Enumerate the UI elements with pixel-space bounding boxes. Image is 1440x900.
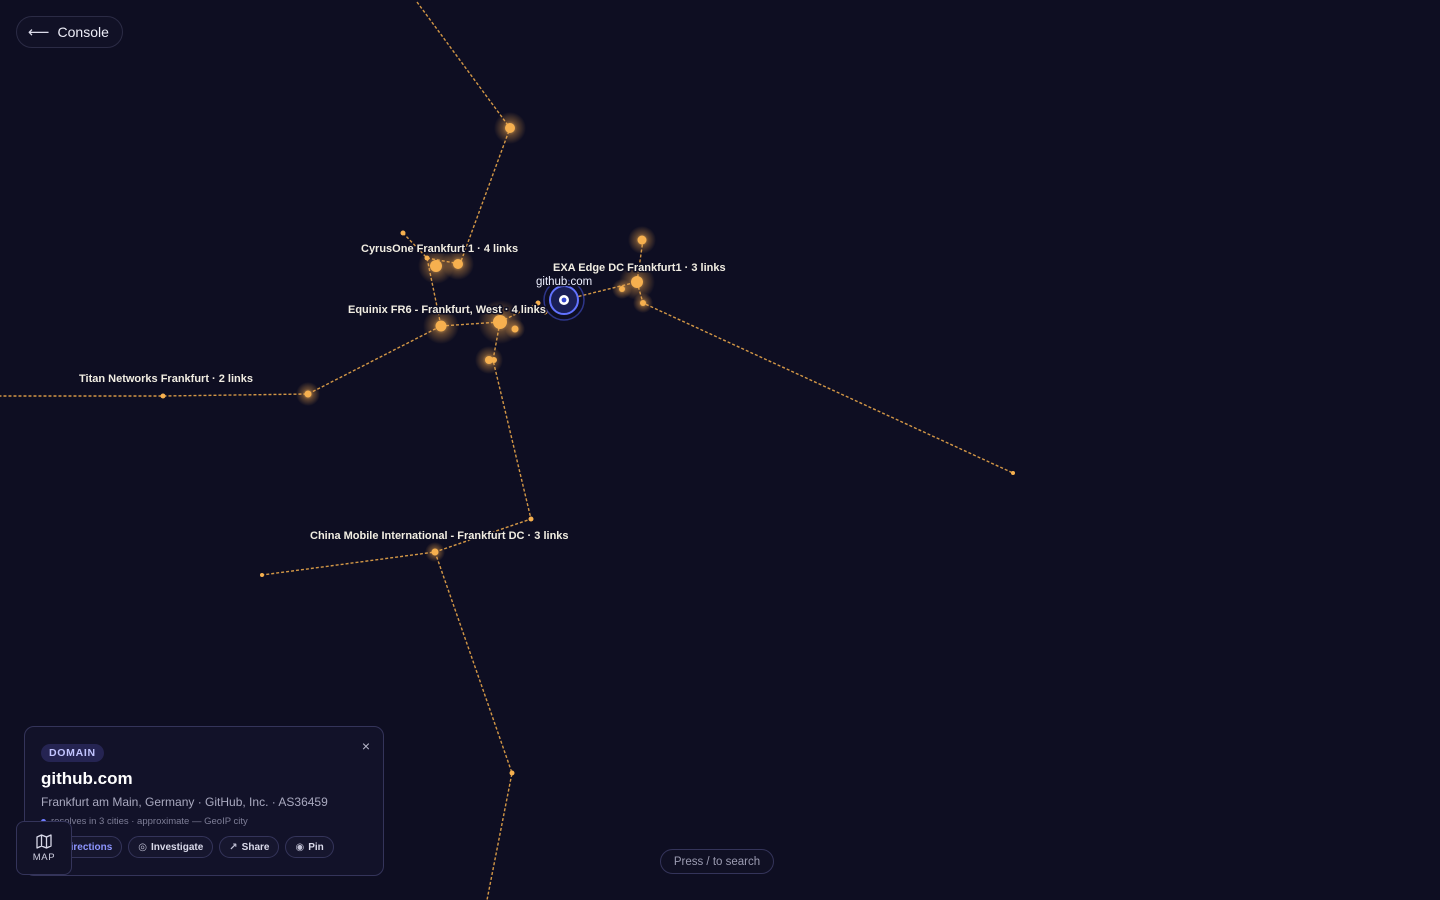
network-node[interactable] xyxy=(619,286,625,292)
facility-label-equinix[interactable]: Equinix FR6 - Frankfurt, West · 4 links xyxy=(347,303,548,318)
facility-label-titan[interactable]: Titan Networks Frankfurt · 2 links xyxy=(78,372,255,387)
type-badge: DOMAIN xyxy=(41,744,104,762)
network-node[interactable] xyxy=(435,320,447,332)
facility-label-cyrusone[interactable]: CyrusOne Frankfurt 1 · 4 links xyxy=(360,242,520,257)
search-hint[interactable]: Press / to search xyxy=(660,849,774,874)
fiber-link xyxy=(434,551,513,900)
investigate-icon: ◎ xyxy=(138,841,148,853)
resolution-note-text: resolves in 3 cities · approximate — Geo… xyxy=(51,816,248,827)
pin-button[interactable]: ◉ Pin xyxy=(285,836,334,858)
map-toggle-button[interactable]: MAP xyxy=(16,821,72,875)
investigate-label: Investigate xyxy=(151,841,204,853)
network-node[interactable] xyxy=(453,259,463,269)
network-node[interactable] xyxy=(505,123,515,133)
network-node[interactable] xyxy=(491,357,497,363)
card-subtitle: Frankfurt am Main, Germany · GitHub, Inc… xyxy=(41,795,328,809)
network-node[interactable] xyxy=(160,393,166,399)
card-actions: ➤ Directions ◎ Investigate ↗ Share ◉ Pin xyxy=(41,836,367,858)
network-node[interactable] xyxy=(528,516,534,522)
back-to-console-button[interactable]: ⟵ Console xyxy=(16,16,123,48)
network-node[interactable] xyxy=(509,770,515,776)
share-icon: ↗ xyxy=(229,841,238,853)
pin-icon: ◉ xyxy=(295,841,305,853)
network-node[interactable] xyxy=(631,276,643,288)
network-node[interactable] xyxy=(511,325,519,333)
network-node[interactable] xyxy=(637,235,647,245)
network-node[interactable] xyxy=(304,390,312,398)
network-node[interactable] xyxy=(400,230,406,236)
network-node[interactable] xyxy=(431,548,439,556)
network-node[interactable] xyxy=(424,255,430,261)
arrow-left-icon: ⟵ xyxy=(28,24,50,41)
network-node[interactable] xyxy=(640,300,646,306)
share-label: Share xyxy=(241,841,270,853)
facility-label-exa[interactable]: EXA Edge DC Frankfurt1 · 3 links xyxy=(552,261,728,276)
back-button-label: Console xyxy=(57,24,109,40)
facility-label-china-mobile[interactable]: China Mobile International - Frankfurt D… xyxy=(309,529,571,544)
fiber-link xyxy=(636,281,1014,474)
network-node[interactable] xyxy=(1011,471,1015,475)
map-icon xyxy=(36,833,52,849)
network-node[interactable] xyxy=(430,260,442,272)
investigate-button[interactable]: ◎ Investigate xyxy=(128,836,214,858)
pin-label: Pin xyxy=(308,841,324,853)
domain-info-card: DOMAIN × github.com Frankfurt am Main, G… xyxy=(24,726,384,876)
share-button[interactable]: ↗ Share xyxy=(219,836,280,858)
card-title: github.com xyxy=(41,769,133,788)
target-label: github.com xyxy=(536,276,592,288)
resolution-note: resolves in 3 cities · approximate — Geo… xyxy=(41,816,367,827)
close-icon[interactable]: × xyxy=(362,738,370,754)
network-node[interactable] xyxy=(260,573,264,577)
network-node[interactable] xyxy=(493,315,507,329)
network-nodes xyxy=(160,112,1015,776)
map-toggle-label: MAP xyxy=(32,851,56,863)
